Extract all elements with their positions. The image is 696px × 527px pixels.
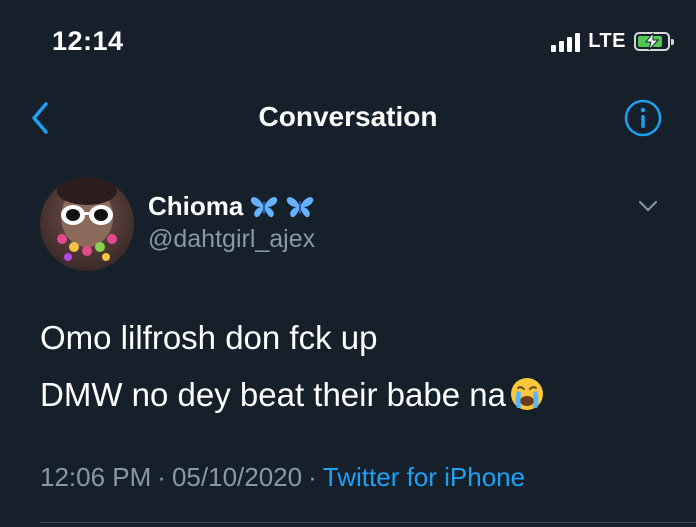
tweet-source-link[interactable]: Twitter for iPhone <box>323 462 525 492</box>
avatar[interactable] <box>40 177 134 271</box>
tweet-options-button[interactable] <box>636 196 660 216</box>
tweet-meta: 12:06 PM · 05/10/2020 · Twitter for iPhone <box>40 462 525 493</box>
butterfly-icon <box>287 196 314 217</box>
network-label: LTE <box>588 30 626 52</box>
tweet-text-line: DMW no dey beat their babe na <box>40 376 506 413</box>
tweet-text-line-2: DMW no dey beat their babe na <box>40 366 666 423</box>
info-circle-icon <box>624 99 662 137</box>
butterfly-icon <box>251 196 278 217</box>
status-indicators: LTE <box>551 30 674 53</box>
status-time: 12:14 <box>52 26 124 56</box>
author-name-text: Chioma <box>148 191 244 221</box>
info-button[interactable] <box>623 98 663 138</box>
twitter-conversation-screen: 12:14 LTE Conversation Chioma @dahtgirl_… <box>0 0 696 527</box>
avatar-image <box>57 177 117 261</box>
meta-separator: · <box>157 462 166 492</box>
author-name[interactable]: Chioma <box>148 191 315 222</box>
signal-icon <box>551 32 581 52</box>
author-handle[interactable]: @dahtgirl_ajex <box>148 225 315 254</box>
tweet-time: 12:06 PM <box>40 462 152 492</box>
meta-separator: · <box>308 462 317 492</box>
tweet-text: Omo lilfrosh don fck up DMW no dey beat … <box>40 309 666 423</box>
tweet-text-line: Omo lilfrosh don fck up <box>40 319 378 356</box>
tweet-date: 05/10/2020 <box>171 462 303 492</box>
chevron-down-icon <box>639 201 657 211</box>
divider <box>40 522 696 523</box>
battery-charging-icon <box>634 32 674 51</box>
crying-face-emoji-icon <box>510 378 543 410</box>
page-title: Conversation <box>258 101 438 132</box>
